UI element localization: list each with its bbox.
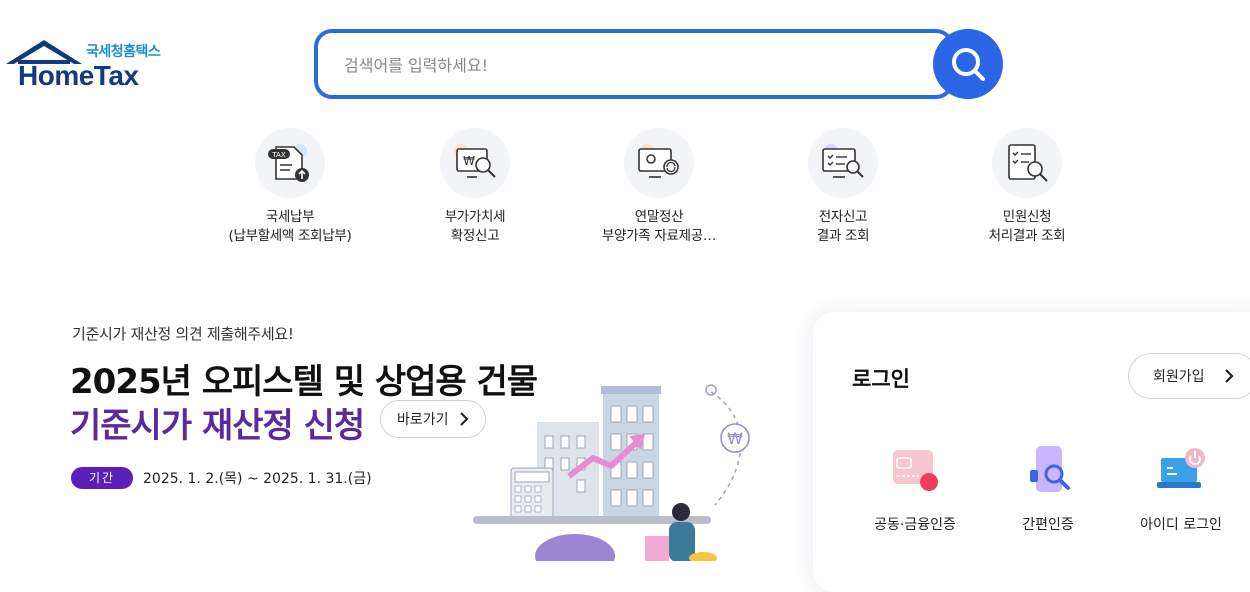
mobile-search-icon xyxy=(1030,446,1070,492)
quick-menu-e-filing-result[interactable]: 전자신고 결과 조회 xyxy=(748,128,938,246)
logo-korean-text: 국세청홈택스 xyxy=(86,44,161,60)
quick-menu-label: 부가가치세 xyxy=(444,209,506,225)
quick-menu-tax-payment[interactable]: TAX 국세납부 (납부할세액 조회납부) xyxy=(195,128,385,246)
quick-menu-year-end-settlement[interactable]: 연말정산 부양가족 자료제공… xyxy=(564,128,754,246)
quick-menu-label: 전자신고 xyxy=(818,209,868,225)
goto-button-label: 바로가기 xyxy=(397,412,449,428)
quick-menu-label: 민원신청 xyxy=(1002,209,1052,225)
quick-menu-icon-circle xyxy=(992,128,1062,198)
building-valuation-illustration: ₩ xyxy=(473,384,750,561)
search-box xyxy=(314,29,954,99)
quick-menu-sublabel: 확정신고 xyxy=(450,228,500,244)
quick-menu-icon-circle xyxy=(808,128,878,198)
login-option-label: 공동·금융인증 xyxy=(874,517,956,533)
quick-menu-vat-return[interactable]: ₩ 부가가치세 확정신고 xyxy=(380,128,570,246)
quick-menu-sublabel: 부양가족 자료제공… xyxy=(601,228,717,244)
login-option-certificate[interactable]: 공동·금융인증 xyxy=(850,440,980,534)
banner-eyebrow: 기준시가 재산정 의견 제출해주세요! xyxy=(72,325,294,343)
signup-button-label: 회원가입 xyxy=(1153,369,1205,385)
laptop-power-icon xyxy=(1157,448,1205,488)
quick-menu-sublabel: 처리결과 조회 xyxy=(988,228,1066,244)
svg-text:₩: ₩ xyxy=(727,429,743,448)
search-input[interactable] xyxy=(342,47,906,83)
quick-menu-label: 국세납부 xyxy=(265,209,315,225)
period-dates: 2025. 1. 2.(목) ~ 2025. 1. 31.(금) xyxy=(143,471,372,487)
quick-menu-civil-petition[interactable]: 민원신청 처리결과 조회 xyxy=(932,128,1122,246)
signup-button[interactable]: 회원가입 xyxy=(1128,353,1250,399)
quick-menu-sublabel: 결과 조회 xyxy=(816,228,870,244)
login-title: 로그인 xyxy=(852,367,910,391)
quick-menu-icon-circle: ₩ xyxy=(440,128,510,198)
hometax-logo[interactable]: 국세청홈택스 HomeTax xyxy=(4,38,174,94)
monitor-refresh-icon xyxy=(638,144,679,178)
svg-text:₩: ₩ xyxy=(463,154,475,168)
search-button[interactable] xyxy=(933,29,1003,99)
logo-english-text: HomeTax xyxy=(18,60,139,91)
login-option-label: 간편인증 xyxy=(1022,517,1074,533)
svg-text:TAX: TAX xyxy=(271,151,286,159)
quick-menu-icon-circle xyxy=(624,128,694,198)
login-option-label: 아이디 로그인 xyxy=(1140,517,1222,533)
won-monitor-search-icon: ₩ xyxy=(454,144,496,178)
banner-subtitle: 기준시가 재산정 신청 xyxy=(70,406,365,446)
certificate-search-icon xyxy=(1008,144,1048,182)
tax-document-upload-icon: TAX xyxy=(268,144,309,182)
quick-menu-icon-circle: TAX xyxy=(255,128,325,198)
chevron-right-icon xyxy=(1225,369,1234,383)
certificate-card-icon xyxy=(893,450,938,491)
login-option-id[interactable]: 아이디 로그인 xyxy=(1116,440,1246,534)
search-icon xyxy=(952,48,985,81)
login-option-simple-auth[interactable]: 간편인증 xyxy=(983,440,1113,534)
period-badge: 기간 xyxy=(71,467,133,489)
quick-menu-sublabel: (납부할세액 조회납부) xyxy=(228,228,352,244)
quick-menu-label: 연말정산 xyxy=(634,209,684,225)
checklist-monitor-icon xyxy=(822,144,864,178)
